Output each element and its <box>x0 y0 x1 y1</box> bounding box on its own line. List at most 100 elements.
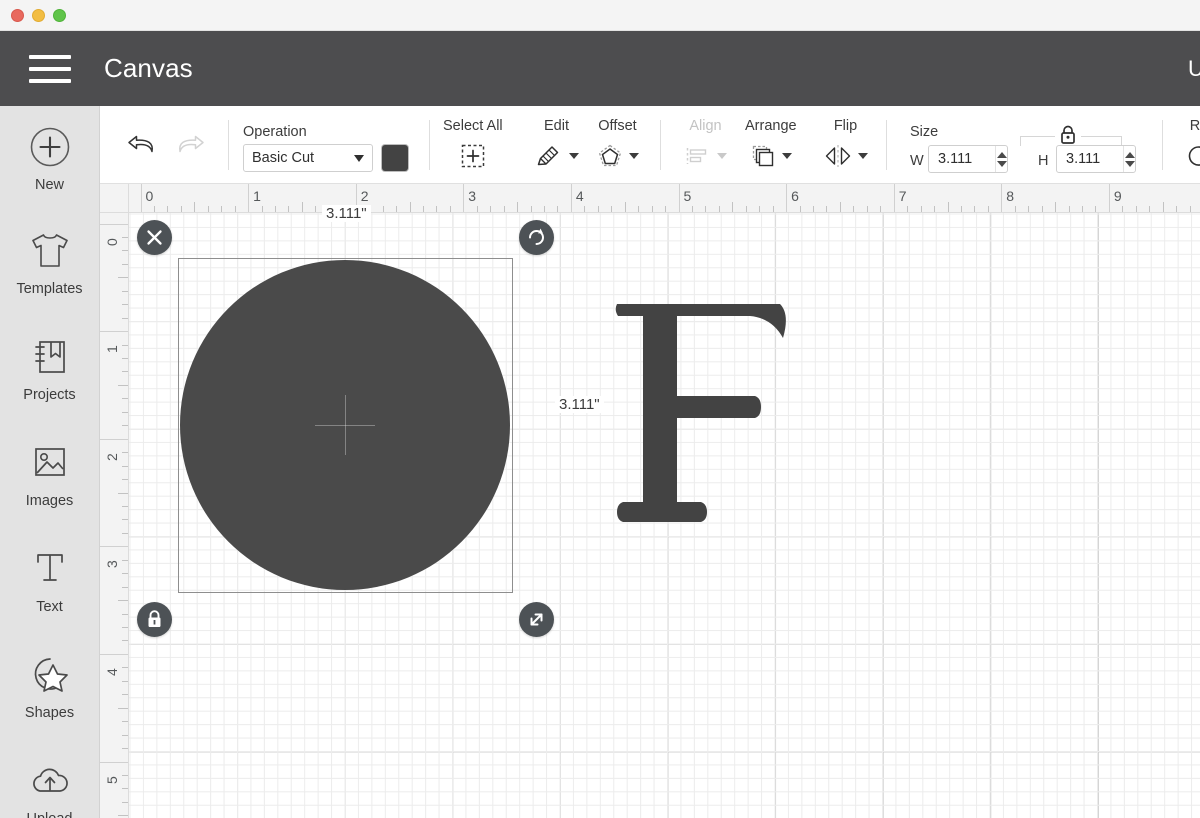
undo-button[interactable] <box>124 130 158 158</box>
ruler-tick-minor <box>530 206 532 212</box>
ruler-tick-minor <box>234 206 236 212</box>
ruler-tick-minor <box>1028 206 1030 212</box>
ruler-tick-minor <box>122 479 128 481</box>
height-input[interactable] <box>1057 145 1123 173</box>
operation-select[interactable]: Basic Cut <box>243 144 373 172</box>
sidebar-item-templates[interactable]: Templates <box>0 228 99 297</box>
close-window-button[interactable] <box>11 9 24 22</box>
ruler-label: 4 <box>104 668 120 676</box>
circle-shape[interactable] <box>180 260 510 590</box>
ruler-tick-major <box>100 331 128 333</box>
close-x-icon <box>147 230 162 245</box>
flip-button[interactable]: Flip <box>823 118 868 170</box>
hamburger-menu-icon[interactable] <box>29 54 71 83</box>
ruler-tick-minor <box>122 627 128 628</box>
sidebar-item-projects[interactable]: Projects <box>0 334 99 403</box>
chevron-down-icon[interactable] <box>717 153 727 159</box>
chevron-down-icon[interactable] <box>629 153 639 159</box>
ruler-tick-minor <box>153 206 155 212</box>
design-canvas[interactable]: 0 1 2 3 4 5 6 7 8 9 0 1 2 3 4 5 3.111" 3.111" <box>100 184 1200 818</box>
ruler-label: 7 <box>898 188 907 204</box>
ruler-tick-major <box>1001 184 1003 212</box>
offset-shape-icon <box>596 142 639 170</box>
stepper-down-icon[interactable] <box>996 160 1007 167</box>
ruler-tick-minor <box>180 206 182 212</box>
width-input[interactable] <box>929 145 995 173</box>
maximize-window-button[interactable] <box>53 9 66 22</box>
ruler-tick-major <box>100 761 128 763</box>
resize-handle[interactable] <box>519 602 554 637</box>
ruler-tick-minor <box>665 206 667 212</box>
chevron-down-icon[interactable] <box>569 153 579 159</box>
arrange-button[interactable]: Arrange <box>745 118 797 170</box>
ruler-tick-minor <box>476 206 478 212</box>
offset-button[interactable]: Offset <box>596 118 639 170</box>
ruler-tick-major <box>140 184 142 212</box>
ruler-label: 4 <box>575 188 584 204</box>
arrange-label: Arrange <box>745 118 797 134</box>
ruler-origin-corner <box>100 184 129 213</box>
stepper-up-icon[interactable] <box>1124 151 1135 158</box>
ruler-tick-minor <box>409 202 411 212</box>
ruler-tick-minor <box>396 206 398 212</box>
sidebar-item-new[interactable]: New <box>0 124 99 193</box>
ruler-tick-minor <box>544 206 545 212</box>
ruler-tick-minor <box>611 206 613 212</box>
aspect-lock-handle[interactable] <box>137 602 172 637</box>
ruler-tick-minor <box>772 206 774 212</box>
ruler-tick-minor <box>122 680 128 682</box>
select-all-icon <box>459 142 487 170</box>
offset-label: Offset <box>598 118 637 134</box>
height-input-wrapper[interactable] <box>1056 145 1136 173</box>
ruler-tick-minor <box>624 202 626 212</box>
ruler-tick-minor <box>436 206 438 212</box>
account-label[interactable]: U <box>1188 31 1200 106</box>
rotate-cw-icon <box>529 228 544 245</box>
toolbar-divider <box>228 120 229 170</box>
stepper-down-icon[interactable] <box>1124 160 1135 167</box>
rotate-handle[interactable] <box>519 220 554 255</box>
ruler-tick-minor <box>1014 206 1016 212</box>
ruler-tick-minor <box>221 206 223 212</box>
sidebar-item-label: Projects <box>23 387 76 403</box>
vertical-ruler[interactable]: 0 1 2 3 4 5 <box>100 213 129 818</box>
ruler-tick-minor <box>1135 206 1137 212</box>
sidebar-item-shapes[interactable]: Shapes <box>0 652 99 721</box>
sidebar-item-upload[interactable]: Upload <box>0 758 99 818</box>
ruler-tick-major <box>248 184 250 212</box>
redo-arrow-icon <box>179 135 204 153</box>
letter-f-shape[interactable] <box>600 294 790 549</box>
rotate-button[interactable]: Ro <box>1185 118 1200 170</box>
ruler-label: 1 <box>104 345 120 354</box>
minimize-window-button[interactable] <box>32 9 45 22</box>
left-sidebar: New Templates Projects Images Text Shape… <box>0 106 100 818</box>
selection-width-label: 3.111" <box>322 205 371 222</box>
sidebar-item-images[interactable]: Images <box>0 440 99 509</box>
star-circle-icon <box>28 652 72 698</box>
sidebar-item-text[interactable]: Text <box>0 546 99 615</box>
chevron-down-icon[interactable] <box>858 153 868 159</box>
width-input-wrapper[interactable] <box>928 145 1008 173</box>
ruler-tick-minor <box>853 206 855 212</box>
align-button[interactable]: Align <box>684 118 727 170</box>
stepper-up-icon[interactable] <box>996 151 1007 158</box>
delete-handle[interactable] <box>137 220 172 255</box>
ruler-tick-minor <box>122 398 128 400</box>
width-stepper[interactable] <box>995 146 1007 172</box>
horizontal-ruler[interactable]: 0 1 2 3 4 5 6 7 8 9 <box>100 184 1200 213</box>
ruler-tick-minor <box>122 250 128 252</box>
ruler-tick-minor <box>122 559 128 561</box>
height-letter: H <box>1038 153 1049 169</box>
height-stepper[interactable] <box>1123 146 1135 172</box>
ruler-tick-minor <box>122 358 128 359</box>
select-all-button[interactable]: Select All <box>443 118 503 170</box>
edit-button[interactable]: Edit <box>534 118 579 170</box>
plus-circle-icon <box>29 124 71 170</box>
operation-color-swatch[interactable] <box>382 145 408 171</box>
ruler-tick-minor <box>503 206 505 212</box>
chevron-down-icon[interactable] <box>782 153 793 159</box>
ruler-tick-minor <box>732 202 734 212</box>
toolbar-divider <box>886 120 887 170</box>
redo-button[interactable] <box>174 130 208 158</box>
ruler-tick-minor <box>1055 202 1057 212</box>
